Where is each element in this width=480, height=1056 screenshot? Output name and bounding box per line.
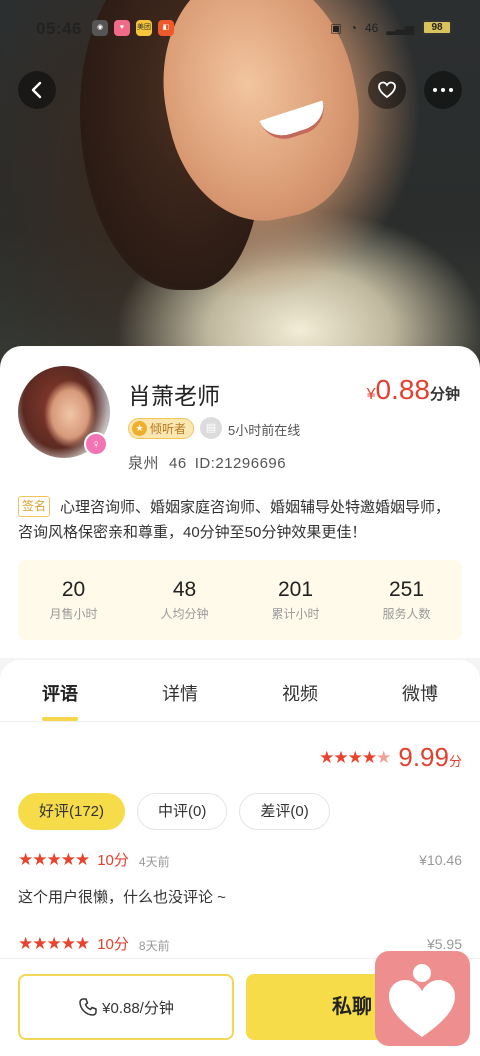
stat-value: 48 [172, 578, 197, 601]
tab-details[interactable]: 详情 [120, 660, 240, 721]
message-icon: ▤ [200, 417, 222, 439]
tab-reviews[interactable]: 评语 [0, 660, 120, 721]
heart-outline-icon [378, 81, 396, 99]
review-score: 10分 [97, 852, 129, 869]
status-right: ▣ ◔ 46 ▂▃▅ 98 [330, 20, 452, 35]
status-bar: 05:46 ◉ ♥ 美团 ◧ ▣ ◔ 46 ▂▃▅ 98 [0, 0, 480, 56]
listener-badge-label: 倾听者 [150, 422, 187, 436]
hd-icon: ▣ [330, 20, 342, 35]
tab-bar: 评语 详情 视频 微博 [0, 660, 480, 722]
stat-label: 人均分钟 [160, 607, 209, 621]
user-id: ID:21296696 [194, 455, 287, 472]
signal-icon: ▂▃▅ [386, 20, 414, 35]
heart-person-icon [389, 964, 455, 1037]
review-time: 8天前 [138, 938, 170, 953]
status-time: 05:46 [36, 19, 82, 38]
stat-avg-minutes: 48 人均分钟 [129, 560, 240, 640]
rating-score-value: 9.99 [398, 742, 449, 772]
location-info: 泉州 46 ID:21296696 [128, 452, 286, 473]
call-button[interactable]: ¥0.88/分钟 [18, 974, 234, 1040]
more-dots-icon [433, 88, 453, 92]
stat-label: 服务人数 [382, 607, 431, 621]
wifi-icon: ◔ [349, 20, 357, 35]
price: ¥0.88分钟 [367, 374, 460, 406]
call-button-label: ¥0.88/分钟 [102, 999, 174, 1017]
chevron-left-icon [31, 81, 42, 99]
stat-label: 月售小时 [49, 607, 98, 621]
stat-value: 20 [61, 578, 86, 601]
hero-photo [0, 0, 480, 380]
profile-card: ♀ 肖萧老师 ¥0.88分钟 ★ 倾听者 ▤ 5小时前在线 泉州 46 ID:212… [0, 346, 480, 658]
review-time: 4天前 [138, 854, 170, 869]
city: 泉州 [128, 455, 160, 472]
review-filters: 好评(172) 中评(0) 差评(0) [18, 793, 330, 830]
stats-panel: 20 月售小时 48 人均分钟 201 累计小时 251 服务人数 [18, 560, 462, 640]
review-text: 这个用户很懒，什么也没评论 ~ [18, 889, 226, 906]
counselor-name: 肖萧老师 [128, 383, 220, 409]
filter-neutral[interactable]: 中评(0) [137, 793, 228, 830]
review-head: ★★★★★ 10分 4天前 ¥10.46 [18, 849, 462, 870]
more-button[interactable] [424, 71, 462, 109]
filter-negative[interactable]: 差评(0) [239, 793, 330, 830]
rating-unit: 分 [448, 754, 462, 769]
review-amount: ¥10.46 [419, 851, 462, 868]
medal-icon: ★ [132, 421, 147, 436]
chat-app-icon: ◉ [92, 20, 108, 36]
back-button[interactable] [18, 71, 56, 109]
shop-app-icon: ◧ [158, 20, 174, 36]
favorite-button[interactable] [368, 71, 406, 109]
review-amount: ¥5.95 [426, 935, 462, 952]
stat-label: 累计小时 [271, 607, 320, 621]
signature-text: 心理咨询师、婚姻家庭咨询师、婚姻辅导处特邀婚姻导师，咨询风格保密亲和尊重，40分… [18, 499, 451, 541]
price-value: 0.88 [375, 374, 430, 405]
stat-total-hours: 201 累计小时 [240, 560, 351, 640]
review-stars: ★★★★★ [18, 849, 90, 869]
filter-positive[interactable]: 好评(172) [18, 793, 126, 830]
tab-videos[interactable]: 视频 [240, 660, 360, 721]
tab-weibo[interactable]: 微博 [360, 660, 480, 721]
female-gender-icon: ♀ [84, 432, 108, 456]
rating-score: 9.99分 [398, 742, 462, 773]
stat-served-people: 251 服务人数 [351, 560, 462, 640]
content-section: 评语 详情 视频 微博 ★★★★★ 9.99分 好评(172) 中评(0) 差评… [0, 660, 480, 960]
signal-label: 46 [364, 20, 379, 35]
stat-value: 251 [388, 578, 425, 601]
price-unit: 分钟 [429, 386, 460, 403]
review-score: 10分 [97, 936, 129, 953]
listener-badge: ★ 倾听者 [128, 418, 195, 439]
meituan-app-icon: 美团 [136, 20, 152, 36]
review-item: ★★★★★ 10分 4天前 ¥10.46 这个用户很懒，什么也没评论 ~ [18, 849, 462, 907]
age: 46 [169, 455, 187, 472]
floating-heart-logo[interactable] [375, 951, 470, 1046]
review-stars: ★★★★★ [18, 933, 90, 953]
rating-stars: ★★★★★ [319, 747, 391, 767]
battery-icon: 98 [422, 20, 452, 35]
phone-icon [79, 998, 97, 1016]
overall-rating: ★★★★★ 9.99分 [319, 742, 462, 773]
stat-value: 201 [277, 578, 314, 601]
online-status: 5小时前在线 [228, 423, 301, 438]
heart-app-icon: ♥ [114, 20, 130, 36]
stat-monthly-hours: 20 月售小时 [18, 560, 129, 640]
